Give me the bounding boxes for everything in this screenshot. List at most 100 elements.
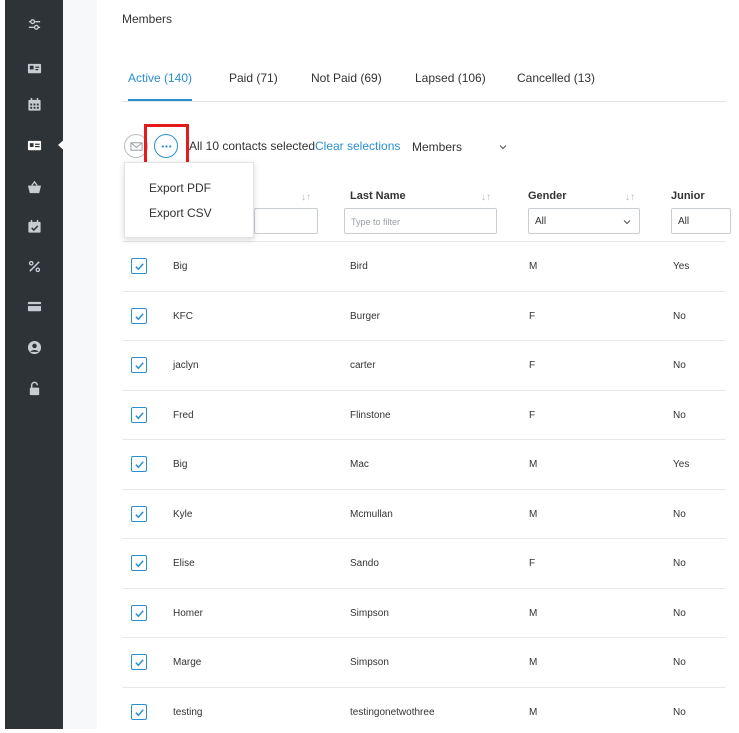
cell-gender: F bbox=[529, 410, 536, 421]
checkmark-icon bbox=[134, 510, 144, 518]
checkmark-icon bbox=[134, 609, 144, 617]
cell-first-name: Elise bbox=[173, 558, 195, 569]
chevron-down-icon bbox=[623, 220, 631, 225]
id-card-icon[interactable] bbox=[5, 58, 63, 78]
tab-cancelled[interactable]: Cancelled (13) bbox=[517, 72, 595, 101]
col-last-name[interactable]: Last Name bbox=[350, 190, 406, 202]
junior-filter-value: All bbox=[678, 216, 690, 227]
view-dropdown-label: Members bbox=[412, 140, 463, 154]
cell-gender: M bbox=[529, 509, 538, 520]
row-checkbox[interactable] bbox=[131, 506, 147, 522]
cell-last-name: Simpson bbox=[350, 657, 389, 668]
row-checkbox[interactable] bbox=[131, 407, 147, 423]
cell-gender: M bbox=[529, 608, 538, 619]
checkmark-icon bbox=[134, 708, 144, 716]
row-checkbox[interactable] bbox=[131, 704, 147, 720]
row-checkbox[interactable] bbox=[131, 605, 147, 621]
cell-gender: F bbox=[529, 360, 536, 371]
row-checkbox[interactable] bbox=[131, 555, 147, 571]
table-row[interactable]: KFC Burger F No bbox=[122, 291, 726, 340]
table-row[interactable]: Big Bird M Yes bbox=[122, 241, 726, 290]
cell-first-name: Kyle bbox=[173, 509, 193, 520]
page-title: Members bbox=[122, 12, 173, 26]
cell-junior: No bbox=[673, 608, 686, 619]
cell-gender: M bbox=[529, 459, 538, 470]
view-dropdown[interactable]: Members bbox=[412, 140, 507, 154]
status-tabs: Active (140) Paid (71) Not Paid (69) Lap… bbox=[122, 72, 726, 102]
cell-gender: F bbox=[529, 311, 536, 322]
tab-not-paid[interactable]: Not Paid (69) bbox=[311, 72, 382, 101]
cell-first-name: Fred bbox=[173, 410, 194, 421]
cell-gender: M bbox=[529, 261, 538, 272]
junior-filter[interactable]: All bbox=[671, 208, 731, 234]
row-checkbox[interactable] bbox=[131, 357, 147, 373]
sliders-icon[interactable] bbox=[5, 14, 63, 34]
sort-last-name-icon[interactable]: ↓↑ bbox=[481, 192, 491, 203]
cell-last-name: Simpson bbox=[350, 608, 389, 619]
table-row[interactable]: Fred Flinstone F No bbox=[122, 390, 726, 439]
cell-first-name: Big bbox=[173, 261, 188, 272]
actions-menu: Export PDF Export CSV bbox=[124, 162, 254, 238]
tab-active[interactable]: Active (140) bbox=[128, 72, 193, 101]
tab-paid[interactable]: Paid (71) bbox=[229, 72, 278, 101]
export-csv-menu-item[interactable]: Export CSV bbox=[149, 206, 212, 220]
row-checkbox[interactable] bbox=[131, 456, 147, 472]
calendar-icon[interactable] bbox=[5, 94, 63, 114]
cell-last-name: Mac bbox=[350, 459, 369, 470]
cell-last-name: Flinstone bbox=[350, 410, 391, 421]
cell-junior: No bbox=[673, 311, 686, 322]
cell-first-name: Big bbox=[173, 459, 188, 470]
envelope-icon bbox=[129, 141, 143, 151]
credit-card-icon[interactable] bbox=[5, 296, 63, 316]
row-checkbox[interactable] bbox=[131, 308, 147, 324]
cell-junior: No bbox=[673, 410, 686, 421]
tab-lapsed[interactable]: Lapsed (106) bbox=[415, 72, 486, 101]
checkmark-icon bbox=[134, 262, 144, 270]
cell-last-name: carter bbox=[350, 360, 376, 371]
user-circle-icon[interactable] bbox=[5, 337, 63, 357]
calendar-check-icon[interactable] bbox=[5, 216, 63, 236]
row-checkbox[interactable] bbox=[131, 654, 147, 670]
table-row[interactable]: Big Mac M Yes bbox=[122, 439, 726, 488]
cell-first-name: KFC bbox=[173, 311, 193, 322]
table-row[interactable]: Kyle Mcmullan M No bbox=[122, 489, 726, 538]
highlight-box bbox=[144, 124, 189, 167]
selection-count: All 10 contacts selected bbox=[189, 139, 316, 153]
cell-first-name: Homer bbox=[173, 608, 204, 619]
cell-gender: M bbox=[529, 707, 538, 718]
cell-last-name: testingonetwothree bbox=[350, 707, 435, 718]
cell-last-name: Burger bbox=[350, 311, 381, 322]
cell-first-name: Marge bbox=[173, 657, 202, 668]
table-row[interactable]: testing testingonetwothree M No bbox=[122, 687, 726, 733]
unlock-icon[interactable] bbox=[5, 378, 63, 398]
export-pdf-menu-item[interactable]: Export PDF bbox=[149, 181, 211, 195]
clear-selections-link[interactable]: Clear selections bbox=[315, 139, 400, 153]
percent-icon[interactable] bbox=[5, 256, 63, 276]
table-row[interactable]: Elise Sando F No bbox=[122, 538, 726, 587]
cell-junior: Yes bbox=[673, 261, 690, 272]
cell-junior: No bbox=[673, 558, 686, 569]
cell-junior: Yes bbox=[673, 459, 690, 470]
last-name-filter[interactable]: Type to filter bbox=[344, 208, 497, 234]
checkmark-icon bbox=[134, 312, 144, 320]
first-name-filter[interactable] bbox=[254, 208, 318, 234]
table-row[interactable]: jaclyn carter F No bbox=[122, 340, 726, 389]
gender-filter[interactable]: All bbox=[528, 208, 640, 234]
sort-gender-icon[interactable]: ↓↑ bbox=[625, 192, 635, 203]
cell-gender: M bbox=[529, 657, 538, 668]
cell-last-name: Mcmullan bbox=[350, 509, 393, 520]
cell-junior: No bbox=[673, 509, 686, 520]
row-checkbox[interactable] bbox=[131, 258, 147, 274]
basket-icon[interactable] bbox=[5, 177, 63, 197]
gender-filter-value: All bbox=[535, 216, 547, 227]
sort-first-name-icon[interactable]: ↓↑ bbox=[301, 192, 311, 203]
table-row[interactable]: Homer Simpson M No bbox=[122, 588, 726, 637]
table-row[interactable]: Marge Simpson M No bbox=[122, 637, 726, 686]
sidebar bbox=[5, 0, 67, 729]
col-junior[interactable]: Junior bbox=[671, 190, 705, 202]
col-gender[interactable]: Gender bbox=[528, 190, 567, 202]
cell-last-name: Sando bbox=[350, 558, 379, 569]
contact-card-icon[interactable] bbox=[5, 135, 63, 155]
cell-first-name: testing bbox=[173, 707, 203, 718]
cell-gender: F bbox=[529, 558, 536, 569]
